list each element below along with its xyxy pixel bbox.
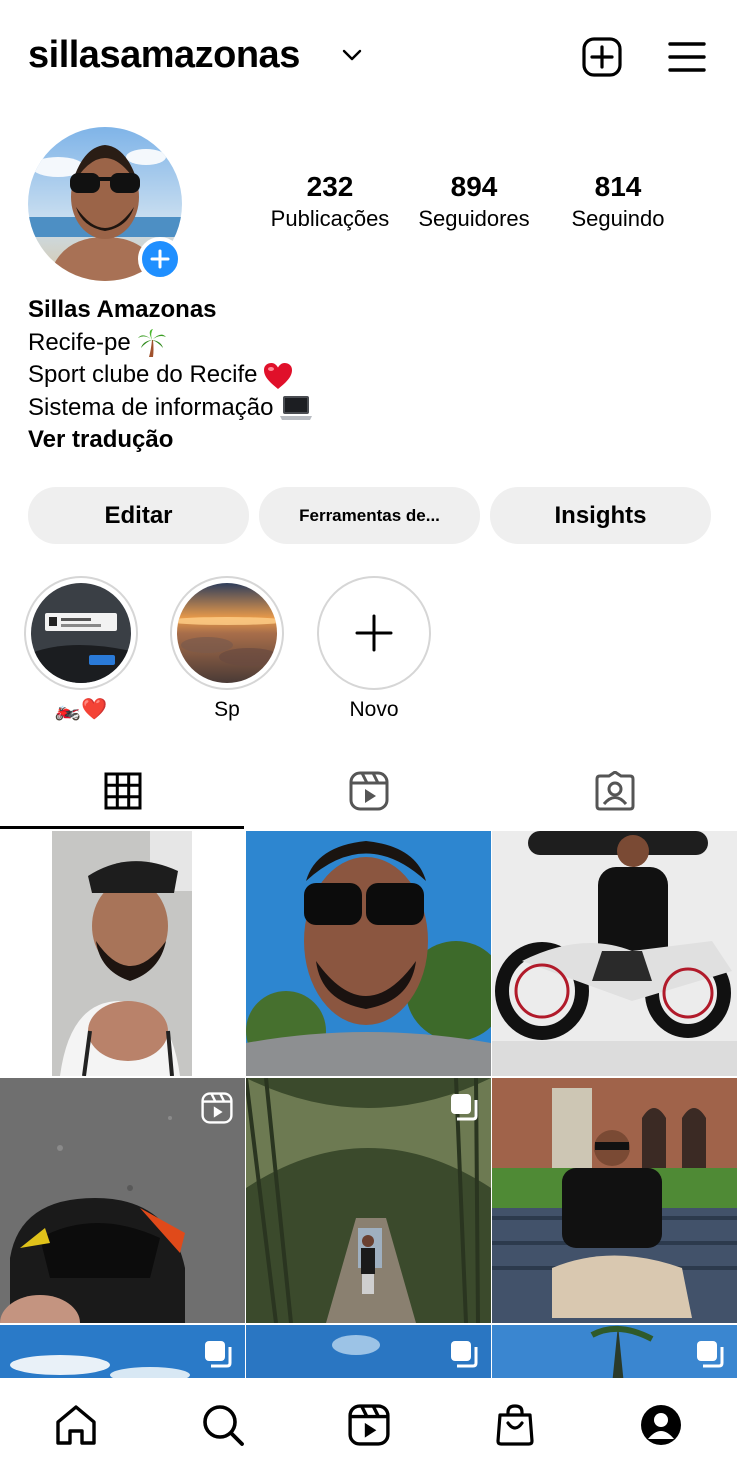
active-tab-indicator [0,826,244,829]
post-thumbnail[interactable] [246,831,491,1076]
profile-actions: Editar Ferramentas de... Insights [28,487,711,544]
display-name: Sillas Amazonas [28,296,217,323]
post-thumbnail[interactable] [492,831,737,1076]
highlight-label: Sp [214,698,240,721]
stat-followers[interactable]: 894 Seguidores [402,170,546,234]
username[interactable]: sillasamazonas [28,34,300,77]
professional-tools-button[interactable]: Ferramentas de... [259,487,480,544]
carousel-icon [697,1341,724,1368]
highlight-item[interactable]: Sp [170,576,284,724]
laptop-icon [280,396,313,421]
bio-line-1: Recife-pe [28,327,313,360]
profile-icon [641,1405,681,1445]
nav-search[interactable] [198,1400,248,1450]
stat-followers-label: Seguidores [418,206,530,231]
post-thumbnail[interactable] [0,1325,245,1385]
profile-tabs [0,752,738,830]
edit-profile-button[interactable]: Editar [28,487,249,544]
highlight-cover [31,583,131,683]
nav-home[interactable] [51,1400,101,1450]
tagged-icon [595,771,635,811]
home-icon [56,1405,96,1445]
stat-posts-count: 232 [306,171,354,202]
chevron-down-icon[interactable] [342,48,362,62]
insights-button[interactable]: Insights [490,487,711,544]
see-translation-link[interactable]: Ver tradução [28,424,313,457]
plus-icon [355,614,393,652]
tab-posts-grid[interactable] [0,752,246,830]
bottom-navigation [0,1378,738,1476]
highlight-label: Novo [349,698,399,721]
bio-line-1-text: Recife-pe [28,328,131,356]
new-post-icon[interactable] [582,37,622,77]
stat-followers-count: 894 [450,171,498,202]
heart-icon [264,362,293,389]
plus-icon [150,249,170,269]
post-thumbnail[interactable] [492,1078,737,1323]
shop-icon [496,1404,534,1446]
tab-tagged[interactable] [492,752,738,830]
reels-icon [348,1404,390,1446]
post-thumbnail[interactable] [246,1325,491,1385]
nav-profile[interactable] [636,1400,686,1450]
header: sillasamazonas [0,0,738,115]
add-story-badge[interactable] [138,237,182,281]
search-icon [203,1405,244,1446]
bio: Sillas Amazonas Recife-pe Sport clube do… [28,294,313,457]
carousel-icon [205,1341,232,1368]
profile-stats: 232 Publicações 894 Seguidores 814 Segui… [258,170,698,234]
highlight-cover [177,583,277,683]
post-thumbnail[interactable] [0,831,245,1076]
reels-icon [349,771,389,811]
nav-reels[interactable] [344,1400,394,1450]
bio-line-2: Sport clube do Recife [28,359,313,392]
reels-icon [201,1092,233,1124]
post-thumbnail[interactable] [0,1078,245,1323]
post-thumbnail[interactable] [492,1325,737,1385]
highlight-label: 🏍️❤️ [54,698,108,721]
bio-line-3: Sistema de informação [28,392,313,425]
highlight-item[interactable]: 🏍️❤️ [24,576,138,724]
tab-reels[interactable] [246,752,492,830]
profile-avatar[interactable] [28,127,182,281]
menu-icon[interactable] [668,40,706,74]
stat-posts-label: Publicações [270,206,390,231]
bio-line-2-text: Sport clube do Recife [28,361,258,388]
palm-tree-icon [137,329,166,358]
stat-following-count: 814 [594,171,642,202]
carousel-icon [451,1341,478,1368]
post-thumbnail[interactable] [246,1078,491,1323]
stat-posts[interactable]: 232 Publicações [258,170,402,234]
nav-shop[interactable] [490,1400,540,1450]
stat-following[interactable]: 814 Seguindo [546,170,690,234]
new-highlight-item[interactable]: Novo [317,576,431,724]
bio-line-3-text: Sistema de informação [28,393,274,421]
pin-icon [203,844,234,875]
stat-following-label: Seguindo [571,206,665,231]
grid-icon [104,772,142,810]
carousel-icon [451,1094,478,1121]
